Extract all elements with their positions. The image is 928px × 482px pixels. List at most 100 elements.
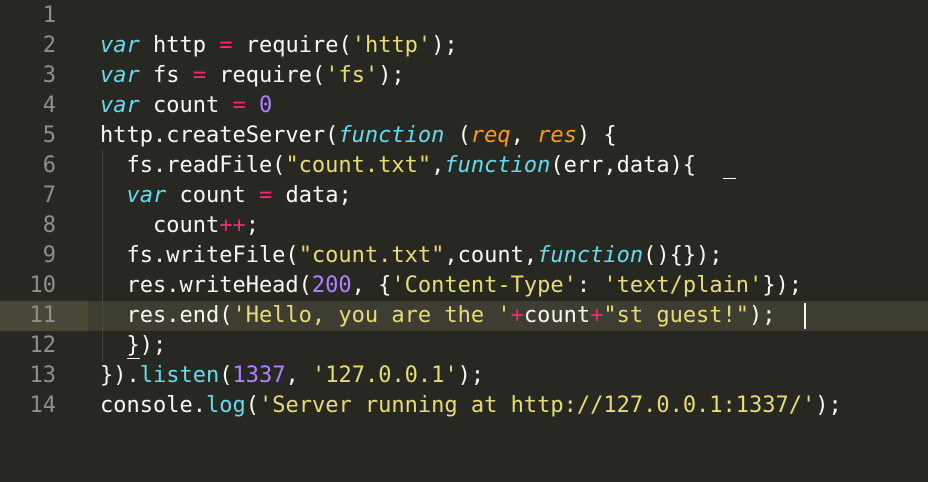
code-token: function <box>537 243 644 268</box>
code-text[interactable]: fs.writeFile("count.txt",count,function(… <box>100 242 723 270</box>
code-token: ( <box>245 393 259 418</box>
code-token: console. <box>100 393 206 418</box>
line-number: 7 <box>42 183 56 208</box>
code-token: count <box>139 93 233 118</box>
code-token: 200 <box>311 273 352 298</box>
code-token: }); <box>100 333 167 358</box>
code-token: var <box>100 63 140 88</box>
code-token: listen <box>139 363 220 388</box>
code-token: ); <box>749 303 776 328</box>
code-token: http <box>139 33 220 58</box>
code-token: res.writeHead( <box>100 273 312 298</box>
line-number: 11 <box>29 303 57 328</box>
line-number: 9 <box>42 243 56 268</box>
code-token: ) { <box>576 123 617 148</box>
code-token: require( <box>232 33 352 58</box>
line-number: 3 <box>42 63 56 88</box>
code-token: function <box>444 153 551 178</box>
code-token: + <box>590 303 604 328</box>
code-token: "count.txt" <box>298 243 445 268</box>
code-token: 'text/plain' <box>603 273 763 298</box>
code-token: ); <box>378 63 405 88</box>
code-token: req <box>470 123 511 148</box>
code-token: ; <box>245 213 259 238</box>
code-token: fs.writeFile( <box>100 243 299 268</box>
code-line[interactable]: 3 var fs = require('fs'); <box>0 61 928 91</box>
line-number: 6 <box>42 153 56 178</box>
code-token: ,count, <box>444 243 538 268</box>
code-line[interactable]: 14 console.log('Server running at http://… <box>0 391 928 421</box>
code-line[interactable]: 8 count++; <box>0 211 928 241</box>
code-text[interactable]: res.end('Hello, you are the '+count+"st … <box>100 302 776 330</box>
code-token: require( <box>205 63 326 88</box>
code-token: 'Content-Type' <box>391 273 577 298</box>
line-number: 1 <box>42 3 56 28</box>
code-token: ( <box>219 363 233 388</box>
code-token: res <box>537 123 577 148</box>
code-text[interactable]: console.log('Server running at http://12… <box>100 392 842 420</box>
code-token: "count.txt" <box>285 153 432 178</box>
code-token: = <box>192 63 206 88</box>
code-editor[interactable]: 1 2 var http = require('http'); 3 var fs = r… <box>0 0 928 482</box>
code-token: '127.0.0.1' <box>311 363 458 388</box>
code-text[interactable]: res.writeHead(200, {'Content-Type': 'tex… <box>100 272 802 300</box>
code-line[interactable]: 9 fs.writeFile("count.txt",count,functio… <box>0 241 928 271</box>
code-text[interactable]: }); <box>100 332 166 360</box>
code-token: = <box>258 183 273 208</box>
code-text[interactable]: var http = require('http'); <box>100 32 458 60</box>
code-token: , <box>510 123 538 148</box>
line-number: 8 <box>42 213 56 238</box>
code-token: }). <box>100 363 140 388</box>
indent-guide <box>102 151 103 361</box>
code-token: (err,data){ <box>550 153 697 178</box>
code-line[interactable]: 1 <box>0 1 928 31</box>
code-token: = <box>232 93 246 118</box>
line-number: 2 <box>42 33 56 58</box>
code-token: ( <box>444 123 471 148</box>
code-token: = <box>219 33 233 58</box>
code-token: var <box>126 183 167 208</box>
code-line[interactable]: 13 }).listen(1337, '127.0.0.1'); <box>0 361 928 391</box>
code-token: fs <box>139 63 193 88</box>
line-number: 4 <box>42 93 56 118</box>
code-token: http.createServer( <box>100 123 339 148</box>
code-line[interactable]: 10 res.writeHead(200, {'Content-Type': '… <box>0 271 928 301</box>
code-token: data; <box>272 183 352 208</box>
code-token: 1337 <box>232 363 286 388</box>
line-number: 13 <box>29 363 57 388</box>
code-text[interactable]: var count = data; <box>100 182 352 210</box>
code-token: ); <box>431 33 458 58</box>
code-token: (){}); <box>643 243 723 268</box>
line-number: 10 <box>29 273 57 298</box>
code-line[interactable]: 6 fs.readFile("count.txt",function(err,d… <box>0 151 928 181</box>
code-line[interactable]: 12 }); <box>0 331 928 361</box>
code-token: + <box>510 303 524 328</box>
code-token: fs.readFile( <box>100 153 286 178</box>
code-token: 0 <box>258 93 273 118</box>
code-text[interactable]: fs.readFile("count.txt",function(err,dat… <box>100 152 696 180</box>
code-token: function <box>338 123 445 148</box>
code-text[interactable]: var count = 0 <box>100 92 272 120</box>
code-token: }); <box>762 273 803 298</box>
code-line[interactable]: 5 http.createServer(function (req, res) { <box>0 121 928 151</box>
code-text[interactable]: count++; <box>100 212 259 240</box>
code-token: "st guest!" <box>603 303 750 328</box>
code-line[interactable]: 2 var http = require('http'); <box>0 31 928 61</box>
code-token: ++ <box>219 213 246 238</box>
code-token: res.end( <box>100 303 233 328</box>
line-number: 12 <box>29 333 57 358</box>
code-line[interactable]: 7 var count = data; <box>0 181 928 211</box>
line-number: 5 <box>42 123 56 148</box>
code-token: ); <box>457 363 485 388</box>
code-line[interactable]: 4 var count = 0 <box>0 91 928 121</box>
code-token: log <box>205 393 246 418</box>
code-token: var <box>100 33 140 58</box>
code-token: 'Hello, you are the ' <box>232 303 511 328</box>
code-token: ); <box>815 393 842 418</box>
code-text[interactable]: }).listen(1337, '127.0.0.1'); <box>100 362 484 390</box>
text-caret <box>804 303 807 329</box>
code-text[interactable]: var fs = require('fs'); <box>100 62 405 90</box>
code-line[interactable]: 11 res.end('Hello, you are the '+count+"… <box>0 301 928 331</box>
code-text[interactable]: http.createServer(function (req, res) { <box>100 122 617 150</box>
